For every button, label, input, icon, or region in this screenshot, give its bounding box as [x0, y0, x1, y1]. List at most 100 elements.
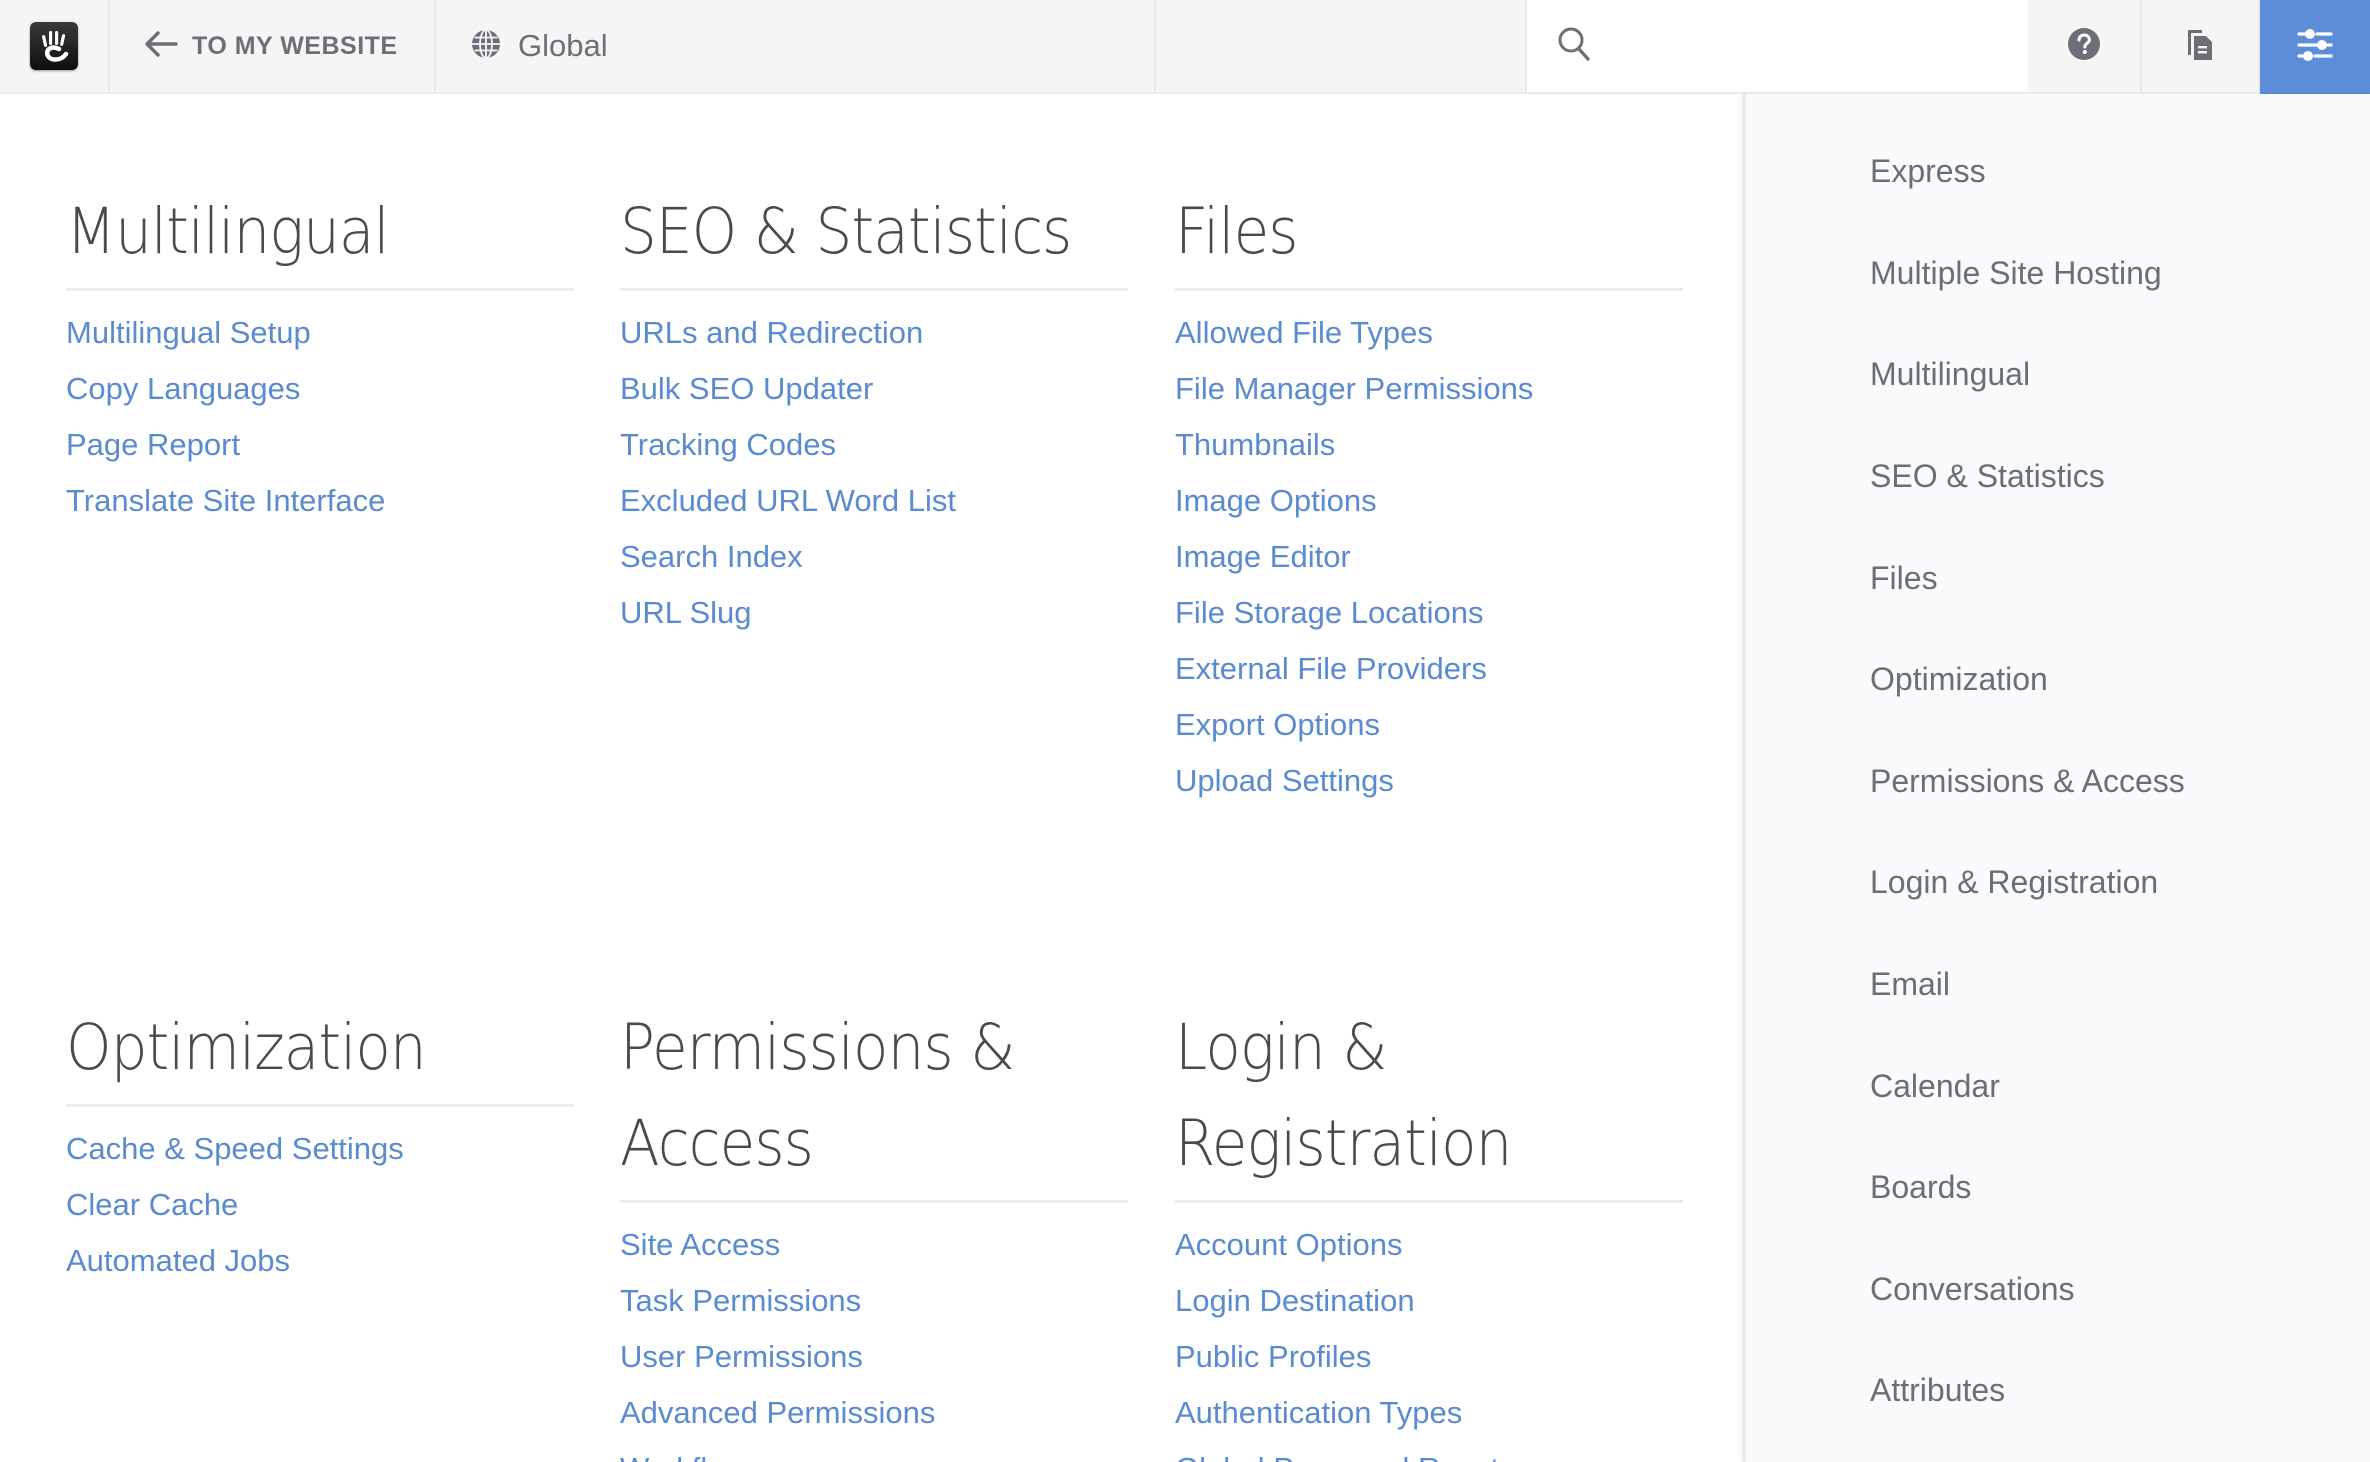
- settings-sidebar: Express Multiple Site Hosting Multilingu…: [1742, 94, 2370, 1462]
- link-account-options[interactable]: Account Options: [1175, 1227, 1402, 1263]
- link-file-storage-locations[interactable]: File Storage Locations: [1175, 595, 1483, 631]
- sidebar-item-files[interactable]: Files: [1746, 527, 2370, 629]
- sidebar-item-optimization[interactable]: Optimization: [1746, 629, 2370, 731]
- section-title: SEO & Statistics: [620, 195, 1072, 268]
- section-title-line-1: Login &: [1175, 1011, 1387, 1084]
- section-title-line-2: Registration: [1175, 1107, 1512, 1180]
- section-divider: [620, 288, 1128, 291]
- sidebar-item-label[interactable]: Email: [1870, 966, 1950, 1003]
- sidebar-item-label[interactable]: Express: [1870, 153, 1986, 190]
- link-multilingual-setup[interactable]: Multilingual Setup: [66, 315, 311, 351]
- link-upload-settings[interactable]: Upload Settings: [1175, 763, 1394, 799]
- section-multilingual: Multilingual Multilingual Setup Copy Lan…: [66, 184, 574, 529]
- dashboard-main: Multilingual Multilingual Setup Copy Lan…: [0, 94, 1742, 1462]
- sidebar-item-label[interactable]: Multilingual: [1870, 356, 2030, 393]
- logo-cell[interactable]: [0, 0, 110, 92]
- section-seo-statistics: SEO & Statistics URLs and Redirection Bu…: [620, 184, 1128, 641]
- sidebar-item-conversations[interactable]: Conversations: [1746, 1239, 2370, 1341]
- help-button[interactable]: [2028, 0, 2142, 92]
- link-copy-languages[interactable]: Copy Languages: [66, 371, 300, 407]
- site-selector-label: Global: [518, 28, 608, 63]
- search-box[interactable]: [1527, 0, 2028, 92]
- section-links: Multilingual Setup Copy Languages Page R…: [66, 305, 574, 529]
- link-tracking-codes[interactable]: Tracking Codes: [620, 427, 836, 463]
- sidebar-item-label[interactable]: Multiple Site Hosting: [1870, 255, 2162, 292]
- link-external-file-providers[interactable]: External File Providers: [1175, 651, 1487, 687]
- link-search-index[interactable]: Search Index: [620, 539, 803, 575]
- sidebar-item-label[interactable]: Login & Registration: [1870, 864, 2158, 901]
- sidebar-item-seo-statistics[interactable]: SEO & Statistics: [1746, 426, 2370, 528]
- sidebar-item-multilingual[interactable]: Multilingual: [1746, 324, 2370, 426]
- hand-logo-icon[interactable]: [30, 22, 78, 70]
- sidebar-item-label[interactable]: Conversations: [1870, 1271, 2075, 1308]
- link-task-permissions[interactable]: Task Permissions: [620, 1283, 861, 1319]
- link-thumbnails[interactable]: Thumbnails: [1175, 427, 1335, 463]
- link-bulk-seo-updater[interactable]: Bulk SEO Updater: [620, 371, 873, 407]
- back-to-website-link[interactable]: TO MY WEBSITE: [110, 0, 436, 92]
- sidebar-item-permissions-access[interactable]: Permissions & Access: [1746, 731, 2370, 833]
- link-excluded-url-word-list[interactable]: Excluded URL Word List: [620, 483, 956, 519]
- link-url-slug[interactable]: URL Slug: [620, 595, 752, 631]
- sidebar-item-label[interactable]: Calendar: [1870, 1068, 2000, 1105]
- section-title-line-2: Access: [620, 1107, 814, 1180]
- link-image-options[interactable]: Image Options: [1175, 483, 1377, 519]
- sidebar-item-email[interactable]: Email: [1746, 934, 2370, 1036]
- link-export-options[interactable]: Export Options: [1175, 707, 1380, 743]
- search-input[interactable]: [1609, 16, 2028, 76]
- link-allowed-file-types[interactable]: Allowed File Types: [1175, 315, 1433, 351]
- section-links: Allowed File Types File Manager Permissi…: [1175, 305, 1683, 809]
- sidebar-item-attributes[interactable]: Attributes: [1746, 1340, 2370, 1442]
- section-links: Account Options Login Destination Public…: [1175, 1217, 1683, 1462]
- sidebar-item-label[interactable]: Boards: [1870, 1169, 1971, 1206]
- link-urls-redirection[interactable]: URLs and Redirection: [620, 315, 923, 351]
- sidebar-item-label[interactable]: Files: [1870, 560, 1938, 597]
- section-divider: [1175, 1200, 1683, 1203]
- link-translate-site-interface[interactable]: Translate Site Interface: [66, 483, 385, 519]
- section-title: Files: [1175, 195, 1299, 268]
- sidebar-item-login-registration[interactable]: Login & Registration: [1746, 832, 2370, 934]
- link-login-destination[interactable]: Login Destination: [1175, 1283, 1415, 1319]
- link-authentication-types[interactable]: Authentication Types: [1175, 1395, 1462, 1431]
- section-optimization: Optimization Cache & Speed Settings Clea…: [66, 1000, 574, 1289]
- pages-button[interactable]: [2142, 0, 2260, 92]
- toolbar-spacer: [1156, 0, 1527, 92]
- sidebar-item-multiple-site-hosting[interactable]: Multiple Site Hosting: [1746, 223, 2370, 325]
- sidebar-item-label[interactable]: SEO & Statistics: [1870, 458, 2105, 495]
- sidebar-item-label[interactable]: Permissions & Access: [1870, 763, 2185, 800]
- link-image-editor[interactable]: Image Editor: [1175, 539, 1351, 575]
- link-automated-jobs[interactable]: Automated Jobs: [66, 1243, 290, 1279]
- sliders-icon: [2297, 28, 2333, 67]
- link-page-report[interactable]: Page Report: [66, 427, 240, 463]
- section-links: URLs and Redirection Bulk SEO Updater Tr…: [620, 305, 1128, 641]
- sidebar-item-calendar[interactable]: Calendar: [1746, 1035, 2370, 1137]
- link-site-access[interactable]: Site Access: [620, 1227, 780, 1263]
- section-divider: [1175, 288, 1683, 291]
- sidebar-item-express[interactable]: Express: [1746, 121, 2370, 223]
- sidebar-item-label[interactable]: Attributes: [1870, 1372, 2005, 1409]
- settings-button[interactable]: [2260, 0, 2370, 94]
- copy-pages-icon: [2185, 27, 2215, 66]
- link-user-permissions[interactable]: User Permissions: [620, 1339, 863, 1375]
- link-file-manager-permissions[interactable]: File Manager Permissions: [1175, 371, 1533, 407]
- section-title: Optimization: [66, 1011, 427, 1084]
- section-login-registration: Login & Registration Account Options Log…: [1175, 1000, 1683, 1462]
- sidebar-item-label[interactable]: Optimization: [1870, 661, 2048, 698]
- link-clear-cache[interactable]: Clear Cache: [66, 1187, 238, 1223]
- link-advanced-permissions[interactable]: Advanced Permissions: [620, 1395, 935, 1431]
- back-link-label: TO MY WEBSITE: [192, 31, 398, 60]
- link-public-profiles[interactable]: Public Profiles: [1175, 1339, 1371, 1375]
- link-cache-speed-settings[interactable]: Cache & Speed Settings: [66, 1131, 404, 1167]
- link-workflows[interactable]: Workflows: [620, 1451, 762, 1462]
- site-selector[interactable]: Global: [436, 0, 1156, 92]
- section-title: Multilingual: [66, 195, 390, 268]
- section-divider: [66, 1104, 574, 1107]
- section-permissions-access: Permissions & Access Site Access Task Pe…: [620, 1000, 1128, 1462]
- sidebar-item-boards[interactable]: Boards: [1746, 1137, 2370, 1239]
- section-title-line-1: Permissions &: [620, 1011, 1015, 1084]
- link-global-password-reset[interactable]: Global Password Reset: [1175, 1451, 1499, 1462]
- section-divider: [620, 1200, 1128, 1203]
- question-circle-icon: [2067, 27, 2101, 66]
- arrow-left-icon: [144, 30, 178, 63]
- section-divider: [66, 288, 574, 291]
- globe-icon: [470, 28, 502, 65]
